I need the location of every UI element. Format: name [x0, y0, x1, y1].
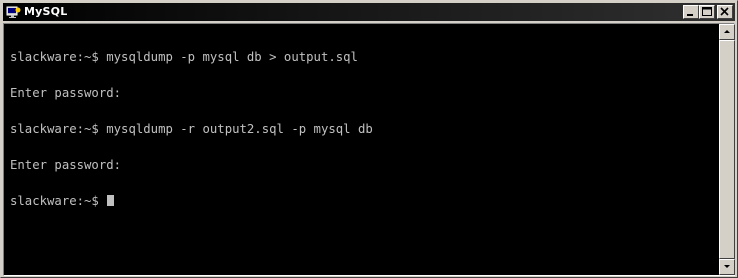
- terminal-line: slackware:~$ mysqldump -p mysql db > out…: [10, 50, 358, 64]
- mysql-app-icon[interactable]: [6, 4, 22, 20]
- close-icon: [720, 7, 729, 16]
- terminal-line: Enter password:: [10, 86, 122, 100]
- terminal-line: slackware:~$ mysqldump -r output2.sql -p…: [10, 122, 373, 136]
- scroll-down-button[interactable]: [719, 259, 735, 275]
- terminal-output[interactable]: slackware:~$ mysqldump -p mysql db > out…: [4, 24, 718, 275]
- minimize-icon: [687, 14, 693, 16]
- terminal-prompt: slackware:~$: [10, 194, 107, 208]
- title-bar[interactable]: MySQL: [3, 3, 735, 21]
- text-cursor: [107, 195, 115, 206]
- maximize-icon: [702, 7, 712, 16]
- window-title: MySQL: [24, 5, 68, 18]
- arrow-down-icon: [724, 265, 730, 268]
- close-button[interactable]: [717, 5, 733, 19]
- terminal-window: MySQL slackware:~$ mysqldump -p mysql db…: [0, 0, 738, 278]
- arrow-up-icon: [724, 30, 730, 33]
- vertical-scrollbar[interactable]: [719, 24, 735, 275]
- minimize-button[interactable]: [683, 5, 699, 19]
- scroll-up-button[interactable]: [719, 24, 735, 40]
- terminal-prompt-line: slackware:~$: [10, 195, 718, 207]
- terminal-line: Enter password:: [10, 158, 122, 172]
- terminal-client-area: slackware:~$ mysqldump -p mysql db > out…: [3, 23, 735, 276]
- scroll-thumb[interactable]: [719, 40, 735, 259]
- maximize-button[interactable]: [699, 5, 715, 19]
